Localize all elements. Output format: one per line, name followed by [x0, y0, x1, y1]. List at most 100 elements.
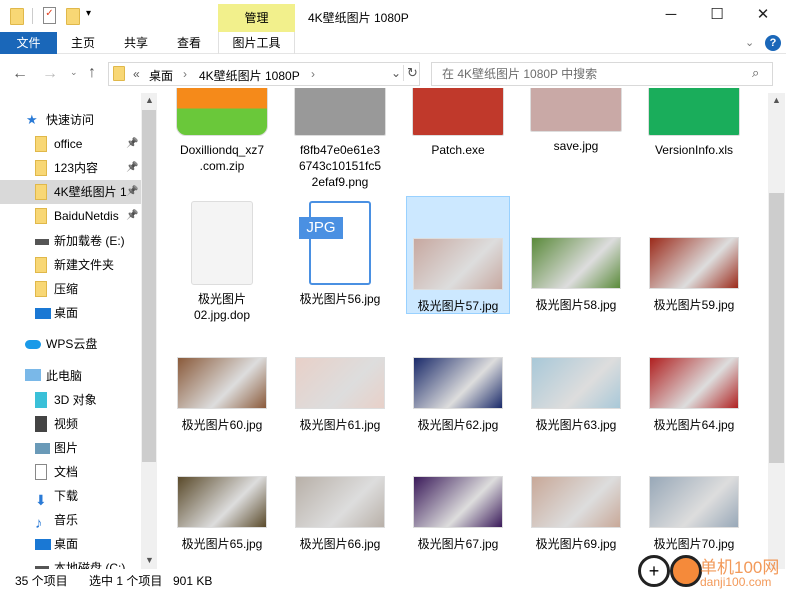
- chevron-right-icon[interactable]: ›: [183, 67, 187, 81]
- nav-item-label: 此电脑: [46, 369, 83, 383]
- file-name: Patch.exe: [431, 143, 485, 157]
- tab-file[interactable]: 文件: [0, 32, 57, 54]
- file-thumbnail: [530, 88, 622, 132]
- nav-item[interactable]: 123内容 📌: [0, 156, 141, 180]
- pin-icon[interactable]: 📌: [126, 180, 138, 204]
- tab-home[interactable]: 主页: [60, 32, 106, 54]
- overflow-icon[interactable]: «: [133, 67, 140, 81]
- up-button[interactable]: ↑: [88, 64, 96, 82]
- breadcrumb-current[interactable]: 4K壁纸图片 1080P: [199, 67, 300, 84]
- file-item[interactable]: 极光图片58.jpg: [524, 196, 628, 314]
- nav-item[interactable]: 3D 对象: [0, 388, 141, 412]
- folder-icon: [35, 184, 47, 200]
- file-name: 极光图片67.jpg: [417, 537, 499, 551]
- file-item[interactable]: 极光图片62.jpg: [406, 333, 510, 451]
- close-button[interactable]: ✕: [740, 0, 786, 32]
- file-name: 极光图片62.jpg: [417, 418, 499, 432]
- chevron-down-icon[interactable]: ⌄: [391, 66, 401, 80]
- file-thumbnail: [294, 88, 386, 136]
- nav-item[interactable]: 图片: [0, 436, 141, 460]
- recent-locations-icon[interactable]: ⌄: [70, 67, 78, 78]
- nav-item[interactable]: 桌面: [0, 532, 141, 556]
- chevron-right-icon[interactable]: ›: [311, 67, 315, 81]
- file-item[interactable]: 极光图片64.jpg: [642, 333, 746, 451]
- nav-item[interactable]: ♪ 音乐: [0, 508, 141, 532]
- file-item[interactable]: 极光图片 02.jpg.dop: [170, 196, 274, 322]
- navigation-pane: ★ 快速访问 office 📌 123内容 📌 4K壁纸图片 1 📌 BaiduNetdis 📌 新…: [0, 90, 158, 569]
- file-item[interactable]: 极光图片61.jpg: [288, 333, 392, 451]
- nav-item[interactable]: 4K壁纸图片 1 📌: [0, 180, 141, 204]
- nav-item[interactable]: 视频: [0, 412, 141, 436]
- nav-item[interactable]: ⬇ 下载: [0, 484, 141, 508]
- tab-picture-tools[interactable]: 图片工具: [218, 32, 295, 54]
- nav-item[interactable]: WPS云盘: [0, 332, 141, 356]
- nav-item[interactable]: 文档: [0, 460, 141, 484]
- file-name: 极光图片70.jpg: [653, 537, 735, 551]
- nav-item-label: 本地磁盘 (C:): [54, 561, 126, 569]
- file-item[interactable]: 极光图片57.jpg: [406, 196, 510, 314]
- scroll-up-icon[interactable]: ▲: [772, 95, 781, 105]
- file-thumbnail: [413, 357, 503, 409]
- folder-icon[interactable]: [10, 8, 24, 25]
- nav-item[interactable]: 新建文件夹: [0, 253, 141, 277]
- tab-share[interactable]: 共享: [113, 32, 159, 54]
- folder-icon: [35, 257, 47, 273]
- nav-item-label: 新建文件夹: [54, 258, 115, 272]
- customize-dropdown-icon[interactable]: ▾: [86, 8, 91, 19]
- forward-button[interactable]: →: [42, 65, 58, 83]
- back-button[interactable]: ←: [12, 65, 28, 83]
- help-button[interactable]: ?: [765, 35, 781, 51]
- nav-item[interactable]: 本地磁盘 (C:): [0, 556, 141, 569]
- nav-item-label: 视频: [54, 417, 79, 431]
- maximize-button[interactable]: ☐: [694, 0, 740, 32]
- address-bar[interactable]: « 桌面 › 4K壁纸图片 1080P › ⌄ ↻: [108, 62, 420, 86]
- nav-item[interactable]: office 📌: [0, 132, 141, 156]
- document-icon: [35, 464, 47, 480]
- search-icon[interactable]: ⌕: [752, 65, 759, 81]
- minimize-button[interactable]: ─: [648, 0, 694, 32]
- nav-item[interactable]: 此电脑: [0, 364, 141, 388]
- file-item[interactable]: 极光图片67.jpg: [406, 452, 510, 570]
- file-item[interactable]: 极光图片60.jpg: [170, 333, 274, 451]
- manage-context-tab[interactable]: 管理: [218, 4, 295, 32]
- nav-item[interactable]: 桌面: [0, 301, 141, 325]
- file-thumbnail: [295, 476, 385, 528]
- breadcrumb-desktop[interactable]: 桌面: [149, 67, 173, 84]
- file-item[interactable]: 极光图片63.jpg: [524, 333, 628, 451]
- file-item[interactable]: 极光图片59.jpg: [642, 196, 746, 314]
- scroll-up-icon[interactable]: ▲: [145, 95, 154, 105]
- expand-ribbon-icon[interactable]: ⌄: [745, 36, 754, 49]
- nav-item-label: BaiduNetdis: [54, 209, 119, 223]
- pin-icon[interactable]: 📌: [126, 156, 138, 180]
- file-item[interactable]: 极光图片69.jpg: [524, 452, 628, 570]
- picture-icon: [35, 443, 50, 454]
- file-thumbnail: [176, 88, 268, 136]
- refresh-icon[interactable]: ↻: [403, 65, 418, 81]
- scroll-down-icon[interactable]: ▼: [145, 555, 154, 565]
- file-item[interactable]: 极光图片65.jpg: [170, 452, 274, 570]
- nav-item-label: 音乐: [54, 513, 79, 527]
- nav-item[interactable]: 新加载卷 (E:): [0, 229, 141, 253]
- nav-item[interactable]: 压缩: [0, 277, 141, 301]
- nav-item[interactable]: ★ 快速访问: [0, 108, 141, 132]
- nav-item-label: 新加载卷 (E:): [54, 234, 125, 248]
- scrollbar-thumb[interactable]: [142, 110, 156, 462]
- tab-view[interactable]: 查看: [166, 32, 212, 54]
- file-item[interactable]: JPG 极光图片56.jpg: [288, 196, 392, 314]
- file-item[interactable]: 极光图片66.jpg: [288, 452, 392, 570]
- nav-item-label: 下载: [54, 489, 79, 503]
- pin-icon[interactable]: 📌: [126, 204, 138, 228]
- file-thumbnail: [413, 238, 503, 290]
- desktop-icon: [35, 308, 51, 319]
- content-scrollbar[interactable]: ▲: [768, 93, 785, 569]
- pin-icon[interactable]: 📌: [126, 132, 138, 156]
- search-input[interactable]: 在 4K壁纸图片 1080P 中搜索: [431, 62, 773, 86]
- nav-scrollbar[interactable]: ▲ ▼: [141, 93, 157, 569]
- file-thumbnail: [649, 476, 739, 528]
- scrollbar-thumb[interactable]: [769, 193, 784, 463]
- nav-item-label: 3D 对象: [54, 393, 97, 407]
- nav-item[interactable]: BaiduNetdis 📌: [0, 204, 141, 228]
- properties-icon[interactable]: ✓: [43, 7, 56, 24]
- nav-item-label: 桌面: [54, 537, 79, 551]
- new-folder-icon[interactable]: [66, 8, 80, 25]
